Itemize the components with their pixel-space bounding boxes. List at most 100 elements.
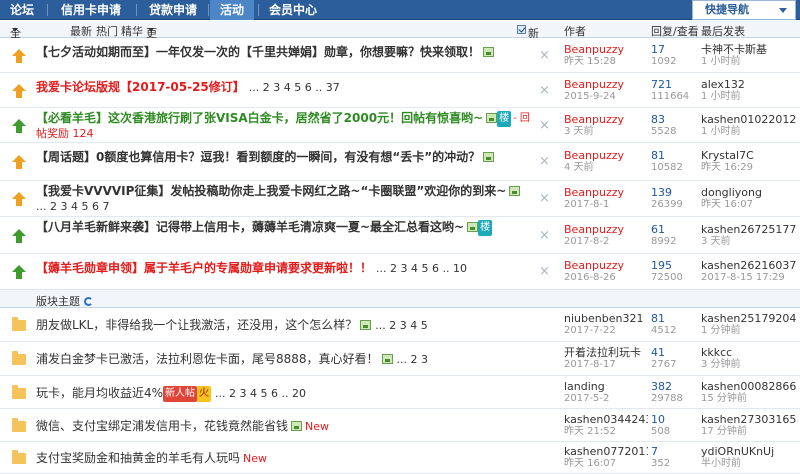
last-post-user[interactable]: kashen00082866 xyxy=(701,380,797,393)
filter-digest[interactable]: 精华 xyxy=(121,23,143,39)
last-post-user[interactable]: kashen26216037 xyxy=(701,259,797,272)
thread-title[interactable]: 我爱卡论坛版规【2017-05-25修订】 ... 2 3 4 5 6 .. 37 xyxy=(36,79,340,96)
last-post-user[interactable]: Krystal7C xyxy=(701,149,797,162)
reply-count[interactable]: 382 xyxy=(651,380,697,393)
filter-more[interactable]: 更多 xyxy=(146,23,157,56)
author-name[interactable]: kashen03442434 xyxy=(564,413,648,426)
reply-count[interactable]: 81 xyxy=(651,149,697,162)
close-icon[interactable]: × xyxy=(539,48,550,63)
page-links[interactable]: ... 2 3 4 5 6 .. 10 xyxy=(376,262,467,275)
close-icon[interactable]: × xyxy=(539,228,550,243)
title-text[interactable]: 【我爱卡VVVVIP征集】发帖投稿助你走上我爱卡网红之路~“卡圈联盟”欢迎你的到… xyxy=(36,184,506,198)
author-name[interactable]: Beanpuzzy xyxy=(564,113,648,126)
close-icon[interactable]: × xyxy=(539,191,550,206)
filter-hot[interactable]: 热门 xyxy=(96,23,118,39)
last-post-user[interactable]: kashen01022012 xyxy=(701,113,797,126)
nav-loan[interactable]: 贷款申请 xyxy=(141,0,205,20)
close-icon[interactable]: × xyxy=(539,264,550,279)
reply-count[interactable]: 195 xyxy=(651,259,697,272)
thread-title[interactable]: 【周话题】0额度也算信用卡？逗我！看到额度的一瞬间，有没有想“丢卡”的冲动？ xyxy=(36,149,495,165)
thread-title[interactable]: 【我爱卡VVVVIP征集】发帖投稿助你走上我爱卡网红之路~“卡圈联盟”欢迎你的到… xyxy=(36,183,521,199)
reply-count[interactable]: 7 xyxy=(651,445,697,458)
thread-title[interactable]: 浦发白金梦卡已激活，法拉利恩佐卡面，尾号8888，真心好看！ ... 2 3 xyxy=(36,351,428,368)
nav-activity[interactable]: 活动 xyxy=(210,0,254,20)
reply-count[interactable]: 81 xyxy=(651,312,697,325)
thread-title[interactable]: 玩卡，能月均收益近4% 新人帖火... 2 3 4 5 6 .. 20 xyxy=(36,385,306,402)
thread-title[interactable]: 支付宝奖励金和抽黄金的羊毛有人玩吗 New xyxy=(36,450,267,467)
title-text[interactable]: 【薅羊毛勋章申领】属于羊毛户的专属勋章申请要求更新啦！！ xyxy=(36,261,372,275)
reply-count[interactable]: 17 xyxy=(651,43,697,56)
title-text[interactable]: 微信、支付宝绑定浦发信用卡，花钱竟然能省钱 xyxy=(36,419,288,433)
title-text[interactable]: 浦发白金梦卡已激活，法拉利恩佐卡面，尾号8888，真心好看！ xyxy=(36,352,379,366)
title-text[interactable]: 玩卡，能月均收益近4% xyxy=(36,386,163,400)
nav-forum[interactable]: 论坛 xyxy=(0,0,44,20)
thread-title[interactable]: 朋友做LKL，非得给我一个让我激活，还没用，这个怎么样？ ... 2 3 4 5 xyxy=(36,317,428,334)
last-post-time[interactable]: 1 小时前 xyxy=(701,126,797,138)
refresh-icon[interactable] xyxy=(84,297,93,306)
last-post-time[interactable]: 3 天前 xyxy=(701,236,797,248)
last-post-time[interactable]: 1 小时前 xyxy=(701,91,797,103)
thread-title[interactable]: 微信、支付宝绑定浦发信用卡，花钱竟然能省钱 New xyxy=(36,418,329,435)
thread-title[interactable]: 【七夕活动如期而至】一年仅发一次的【千里共婵娟】勋章，你想要嘛？快来领取！ xyxy=(36,44,495,60)
last-post-user[interactable]: ydiORnUKnUj xyxy=(701,445,797,458)
last-post-time[interactable]: 3 分钟前 xyxy=(701,359,797,371)
author-name[interactable]: niubenben321 xyxy=(564,312,648,325)
page-links[interactable]: ... 2 3 4 5 xyxy=(375,319,427,332)
reply-count[interactable]: 721 xyxy=(651,78,697,91)
last-post-user[interactable]: dongliyong xyxy=(701,186,797,199)
last-post-time[interactable]: 15 分钟前 xyxy=(701,393,797,405)
last-post-time[interactable]: 2017-8-15 17:29 xyxy=(701,272,797,284)
title-text[interactable]: 支付宝奖励金和抽黄金的羊毛有人玩吗 xyxy=(36,451,240,465)
page-links[interactable]: ... 2 3 4 5 6 7 xyxy=(36,199,109,215)
thread-title[interactable]: 【八月羊毛新鲜来袭】记得带上信用卡，薅薅羊毛清凉爽一夏~最全汇总看这哟~ 楼 xyxy=(36,219,493,236)
last-post-time[interactable]: 1 分钟前 xyxy=(701,325,797,337)
nav-member-center[interactable]: 会员中心 xyxy=(262,0,324,20)
reply-count[interactable]: 139 xyxy=(651,186,697,199)
reply-count[interactable]: 61 xyxy=(651,223,697,236)
title-text[interactable]: 【八月羊毛新鲜来袭】记得带上信用卡，薅薅羊毛清凉爽一夏~最全汇总看这哟~ xyxy=(36,220,464,234)
reply-count[interactable]: 83 xyxy=(651,113,697,126)
title-text[interactable]: 我爱卡论坛版规 xyxy=(36,80,120,94)
author-name[interactable]: Beanpuzzy xyxy=(564,186,648,199)
filter-all-topics[interactable]: 全部主题 xyxy=(10,23,21,88)
reply-count[interactable]: 41 xyxy=(651,346,697,359)
last-post-user[interactable]: 卡神不卡斯基 xyxy=(701,43,797,56)
last-post-time[interactable]: 17 分钟前 xyxy=(701,426,797,438)
author-name[interactable]: Beanpuzzy xyxy=(564,259,648,272)
author-name[interactable]: landing xyxy=(564,380,648,393)
last-post-user[interactable]: kkkcc xyxy=(701,346,797,359)
thread-title[interactable]: 【必看羊毛】这次香港旅行刷了张VISA白金卡，居然省了2000元！回帖有惊喜哟~… xyxy=(36,110,532,127)
page-links[interactable]: ... 2 3 xyxy=(397,353,428,366)
author-name[interactable]: Beanpuzzy xyxy=(564,78,648,91)
close-icon[interactable]: × xyxy=(539,83,550,98)
last-post-user[interactable]: kashen25179204 xyxy=(701,312,797,325)
quick-nav-button[interactable]: 快捷导航 xyxy=(692,0,796,20)
page-links[interactable]: ... 2 3 4 5 6 .. 37 xyxy=(249,81,340,94)
thread-title[interactable]: 【薅羊毛勋章申领】属于羊毛户的专属勋章申请要求更新啦！！ ... 2 3 4 5 … xyxy=(36,260,467,277)
last-post-user[interactable]: kashen27303165 xyxy=(701,413,797,426)
title-text[interactable]: 朋友做LKL，非得给我一个让我激活，还没用，这个怎么样？ xyxy=(36,318,357,332)
filter-latest[interactable]: 最新 xyxy=(70,23,92,39)
nav-credit-card[interactable]: 信用卡申请 xyxy=(52,0,130,20)
author-name[interactable]: kashen07720116 xyxy=(564,445,648,458)
last-post-time[interactable]: 半小时前 xyxy=(701,458,797,470)
checkbox-checked-icon[interactable] xyxy=(517,25,526,34)
author-name[interactable]: 开着法拉利玩卡 xyxy=(564,346,648,359)
reply-count[interactable]: 10 xyxy=(651,413,697,426)
title-text[interactable]: 【周话题】0额度也算信用卡？逗我！看到额度的一瞬间，有没有想“丢卡”的冲动？ xyxy=(36,150,480,164)
title-text[interactable]: 【七夕活动如期而至】一年仅发一次的【千里共婵娟】勋章，你想要嘛？快来领取！ xyxy=(36,45,480,59)
last-post-time[interactable]: 1 小时前 xyxy=(701,56,797,68)
author-name[interactable]: Beanpuzzy xyxy=(564,43,648,56)
last-post-time[interactable]: 昨天 16:07 xyxy=(701,199,797,211)
last-post-time[interactable]: 昨天 16:29 xyxy=(701,162,797,174)
page-links[interactable]: ... 2 3 4 5 6 .. 20 xyxy=(215,387,306,400)
author-name[interactable]: Beanpuzzy xyxy=(564,223,648,236)
title-text[interactable]: 【必看羊毛】这次香港旅行刷了张VISA白金卡，居然省了2000元！回帖有惊喜哟~ xyxy=(36,111,483,125)
last-post-user[interactable]: alex132 xyxy=(701,78,797,91)
close-icon[interactable]: × xyxy=(539,154,550,169)
last-post-user[interactable]: kashen26725177 xyxy=(701,223,797,236)
close-icon[interactable]: × xyxy=(539,118,550,133)
new-window-toggle[interactable]: 新窗 xyxy=(517,23,539,56)
author-name[interactable]: Beanpuzzy xyxy=(564,149,648,162)
title-text[interactable]: 【2017-05-25修订】 xyxy=(120,80,245,94)
